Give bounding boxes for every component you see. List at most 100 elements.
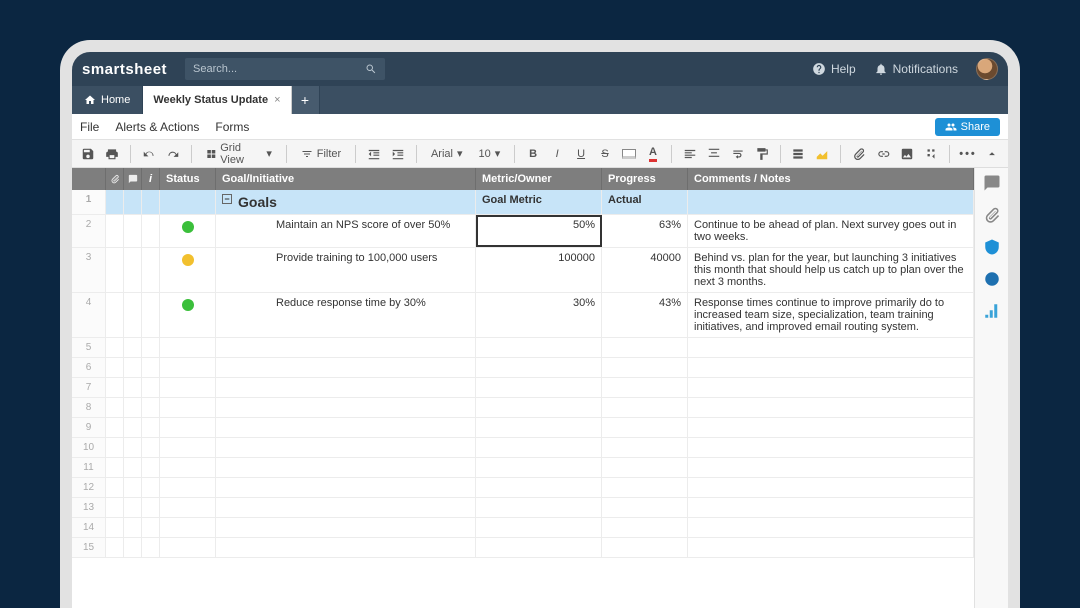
share-button[interactable]: Share (935, 118, 1000, 136)
format-paint-button[interactable] (752, 143, 772, 165)
row-number[interactable]: 5 (72, 338, 106, 357)
group-progress-label[interactable]: Actual (602, 190, 688, 214)
new-tab-button[interactable]: + (292, 86, 320, 114)
comments-cell[interactable]: Behind vs. plan for the year, but launch… (688, 248, 974, 292)
wrap-button[interactable] (728, 143, 748, 165)
metric-col-header[interactable]: Metric/Owner (476, 168, 602, 190)
table-row[interactable]: 4 Reduce response time by 30% 30% 43% Re… (72, 293, 974, 338)
indent-button[interactable] (388, 143, 408, 165)
attachments-rail-icon[interactable] (983, 206, 1001, 224)
search-input[interactable]: Search... (185, 58, 385, 80)
align-vertical-button[interactable] (704, 143, 724, 165)
table-row[interactable]: 9 (72, 418, 974, 438)
menu-forms[interactable]: Forms (215, 120, 249, 134)
attachments-col-header[interactable] (106, 168, 124, 190)
table-row[interactable]: 7 (72, 378, 974, 398)
comments-cell[interactable]: Response times continue to improve prima… (688, 293, 974, 337)
table-row[interactable]: 15 (72, 538, 974, 558)
table-row[interactable]: 3 Provide training to 100,000 users 1000… (72, 248, 974, 293)
table-row[interactable]: 8 (72, 398, 974, 418)
goal-cell[interactable]: Maintain an NPS score of over 50% (216, 215, 476, 247)
group-header-row[interactable]: 1 − Goals Goal Metric Actual (72, 190, 974, 215)
table-row[interactable]: 13 (72, 498, 974, 518)
font-size-dropdown[interactable]: 10 ▾ (472, 143, 506, 165)
proofs-icon[interactable] (983, 238, 1001, 256)
progress-cell[interactable]: 63% (602, 215, 688, 247)
progress-cell[interactable]: 43% (602, 293, 688, 337)
row-number[interactable]: 1 (72, 190, 106, 214)
row-number-header[interactable] (72, 168, 106, 190)
publish-icon[interactable] (983, 270, 1001, 288)
image-button[interactable] (897, 143, 917, 165)
collapse-toolbar-button[interactable] (982, 143, 1002, 165)
metric-cell[interactable]: 50% (476, 215, 602, 247)
status-cell[interactable] (160, 248, 216, 292)
align-left-button[interactable] (680, 143, 700, 165)
outdent-button[interactable] (364, 143, 384, 165)
more-button[interactable]: ••• (958, 143, 978, 165)
conversations-icon[interactable] (983, 174, 1001, 192)
print-button[interactable] (102, 143, 122, 165)
underline-button[interactable]: U (571, 143, 591, 165)
help-link[interactable]: Help (812, 62, 856, 76)
row-number[interactable]: 2 (72, 215, 106, 247)
menu-alerts[interactable]: Alerts & Actions (115, 120, 199, 134)
row-number[interactable]: 9 (72, 418, 106, 437)
attachment-button[interactable] (849, 143, 869, 165)
table-row[interactable]: 2 Maintain an NPS score of over 50% 50% … (72, 215, 974, 248)
tab-sheet-active[interactable]: Weekly Status Update × (143, 86, 291, 114)
comments-col-header[interactable] (124, 168, 142, 190)
font-family-dropdown[interactable]: Arial ▾ (425, 143, 469, 165)
row-number[interactable]: 14 (72, 518, 106, 537)
row-number[interactable]: 13 (72, 498, 106, 517)
notifications-link[interactable]: Notifications (874, 62, 958, 76)
table-row[interactable]: 5 (72, 338, 974, 358)
activity-icon[interactable] (983, 302, 1001, 320)
menu-file[interactable]: File (80, 120, 99, 134)
undo-button[interactable] (139, 143, 159, 165)
table-row[interactable]: 10 (72, 438, 974, 458)
table-row[interactable]: 11 (72, 458, 974, 478)
table-row[interactable]: 12 (72, 478, 974, 498)
redo-button[interactable] (163, 143, 183, 165)
row-number[interactable]: 7 (72, 378, 106, 397)
row-number[interactable]: 8 (72, 398, 106, 417)
progress-col-header[interactable]: Progress (602, 168, 688, 190)
comments-cell[interactable]: Continue to be ahead of plan. Next surve… (688, 215, 974, 247)
metric-cell[interactable]: 30% (476, 293, 602, 337)
table-row[interactable]: 14 (72, 518, 974, 538)
user-avatar[interactable] (976, 58, 998, 80)
status-cell[interactable] (160, 215, 216, 247)
font-color-button[interactable]: A (643, 143, 663, 165)
filter-button[interactable]: Filter (295, 143, 347, 165)
view-mode-dropdown[interactable]: Grid View ▾ (200, 143, 278, 165)
row-number[interactable]: 15 (72, 538, 106, 557)
table-row[interactable]: 6 (72, 358, 974, 378)
row-number[interactable]: 4 (72, 293, 106, 337)
comments-col-header-text[interactable]: Comments / Notes (688, 168, 974, 190)
group-title-cell[interactable]: − Goals (216, 190, 476, 214)
info-col-header[interactable]: i (142, 168, 160, 190)
status-col-header[interactable]: Status (160, 168, 216, 190)
bold-button[interactable]: B (523, 143, 543, 165)
tab-home[interactable]: Home (72, 86, 143, 114)
goal-cell[interactable]: Reduce response time by 30% (216, 293, 476, 337)
metric-cell[interactable]: 100000 (476, 248, 602, 292)
goal-cell[interactable]: Provide training to 100,000 users (216, 248, 476, 292)
row-number[interactable]: 10 (72, 438, 106, 457)
sheet-grid[interactable]: i Status Goal/Initiative Metric/Owner Pr… (72, 168, 974, 608)
goal-col-header[interactable]: Goal/Initiative (216, 168, 476, 190)
collapse-icon[interactable]: − (222, 194, 232, 204)
close-tab-icon[interactable]: × (274, 94, 280, 106)
save-button[interactable] (78, 143, 98, 165)
group-metric-label[interactable]: Goal Metric (476, 190, 602, 214)
row-number[interactable]: 12 (72, 478, 106, 497)
row-number[interactable]: 11 (72, 458, 106, 477)
strikethrough-button[interactable]: S (595, 143, 615, 165)
status-cell[interactable] (160, 293, 216, 337)
row-number[interactable]: 3 (72, 248, 106, 292)
currency-button[interactable] (789, 143, 809, 165)
row-number[interactable]: 6 (72, 358, 106, 377)
link-button[interactable] (873, 143, 893, 165)
highlight-button[interactable] (812, 143, 832, 165)
